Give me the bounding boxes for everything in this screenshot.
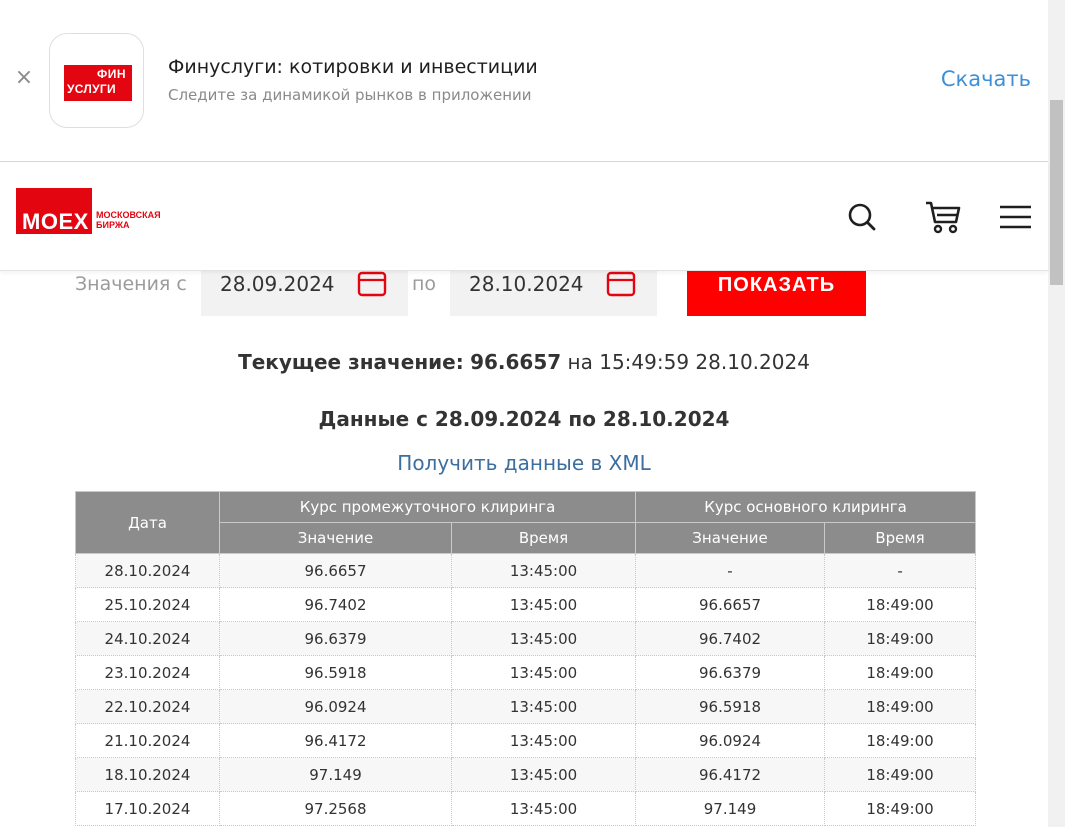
app-logo-line1: ФИН — [96, 67, 126, 81]
time-cell: 18:49:00 — [824, 757, 977, 792]
menu-icon[interactable] — [997, 198, 1035, 236]
cart-icon[interactable] — [924, 198, 962, 236]
value-cell: 96.7402 — [219, 587, 452, 622]
current-value: 96.6657 — [470, 350, 562, 374]
time-cell: 13:45:00 — [450, 655, 637, 690]
table-row: 23.10.2024 96.5918 13:45:00 96.6379 18:4… — [75, 655, 977, 690]
finuslugi-logo: ФИН УСЛУГИ — [64, 65, 132, 101]
time-cell: 18:49:00 — [824, 723, 977, 758]
date-cell: 17.10.2024 — [75, 791, 220, 826]
close-icon[interactable]: × — [14, 66, 34, 90]
date-cell: 21.10.2024 — [75, 723, 220, 758]
app-icon[interactable]: ФИН УСЛУГИ — [49, 33, 144, 128]
app-banner: × ФИН УСЛУГИ Финуслуги: котировки и инве… — [0, 0, 1048, 162]
date-cell: 23.10.2024 — [75, 655, 220, 690]
value-cell: - — [635, 553, 826, 588]
time-cell: 13:45:00 — [450, 791, 637, 826]
table-row: 18.10.2024 97.149 13:45:00 96.4172 18:49… — [75, 757, 977, 792]
time-cell: 13:45:00 — [450, 587, 637, 622]
current-timestamp: 15:49:59 28.10.2024 — [599, 350, 810, 374]
from-label: Значения с — [75, 273, 187, 295]
date-cell: 25.10.2024 — [75, 587, 220, 622]
col-time-header: Время — [450, 522, 637, 554]
time-cell: 18:49:00 — [824, 655, 977, 690]
scrollbar-thumb[interactable] — [1050, 100, 1063, 285]
group-intermediate-header: Курс промежуточного клиринга — [218, 491, 637, 523]
calendar-icon[interactable] — [357, 269, 387, 299]
current-value-line: Текущее значение: 96.6657 на 15:49:59 28… — [0, 350, 1048, 374]
group-main-header: Курс основного клиринга — [635, 491, 977, 523]
col-value-header: Значение — [635, 522, 826, 554]
moex-logo-line1: МОСКОВСКАЯ — [96, 210, 161, 220]
value-cell: 96.7402 — [635, 621, 826, 656]
moex-logo-text: MOEX — [22, 209, 89, 234]
app-subtitle: Следите за динамикой рынков в приложении — [168, 86, 532, 104]
value-cell: 96.5918 — [635, 689, 826, 724]
download-link[interactable]: Скачать — [941, 67, 1031, 91]
moex-logo-box: MOEX — [16, 188, 92, 234]
app-logo-line2: УСЛУГИ — [67, 82, 116, 96]
value-cell: 96.4172 — [635, 757, 826, 792]
value-cell: 96.0924 — [635, 723, 826, 758]
xml-download-link[interactable]: Получить данные в XML — [397, 451, 650, 475]
site-header: MOEX МОСКОВСКАЯ БИРЖА — [0, 162, 1048, 271]
table-row: 17.10.2024 97.2568 13:45:00 97.149 18:49… — [75, 791, 977, 826]
value-cell: 97.149 — [219, 757, 452, 792]
current-at-label: на — [567, 350, 593, 374]
moex-logo[interactable]: MOEX МОСКОВСКАЯ БИРЖА — [16, 188, 176, 238]
from-date-field[interactable]: 28.09.2024 — [201, 269, 408, 316]
moex-logo-subtitle: МОСКОВСКАЯ БИРЖА — [96, 210, 161, 230]
table-row: 28.10.2024 96.6657 13:45:00 - - — [75, 553, 977, 588]
to-date-field[interactable]: 28.10.2024 — [450, 269, 657, 316]
time-cell: 13:45:00 — [450, 553, 637, 588]
time-cell: 13:45:00 — [450, 689, 637, 724]
time-cell: 13:45:00 — [450, 621, 637, 656]
value-cell: 96.4172 — [219, 723, 452, 758]
xml-link-row: Получить данные в XML — [0, 451, 1048, 475]
col-date-header: Дата — [75, 491, 220, 554]
time-cell: 18:49:00 — [824, 621, 977, 656]
scrollbar[interactable] — [1048, 0, 1065, 827]
value-cell: 96.6657 — [635, 587, 826, 622]
value-cell: 96.6657 — [219, 553, 452, 588]
date-cell: 22.10.2024 — [75, 689, 220, 724]
col-value-header: Значение — [219, 522, 452, 554]
table-row: 24.10.2024 96.6379 13:45:00 96.7402 18:4… — [75, 621, 977, 656]
time-cell: 13:45:00 — [450, 723, 637, 758]
time-cell: 13:45:00 — [450, 757, 637, 792]
time-cell: 18:49:00 — [824, 587, 977, 622]
date-cell: 28.10.2024 — [75, 553, 220, 588]
value-cell: 96.0924 — [219, 689, 452, 724]
value-cell: 96.5918 — [219, 655, 452, 690]
date-cell: 18.10.2024 — [75, 757, 220, 792]
value-cell: 97.2568 — [219, 791, 452, 826]
period-title: Данные с 28.09.2024 по 28.10.2024 — [318, 407, 730, 431]
col-time-header: Время — [824, 522, 977, 554]
value-cell: 97.149 — [635, 791, 826, 826]
from-date-value: 28.09.2024 — [220, 272, 335, 296]
table-row: 21.10.2024 96.4172 13:45:00 96.0924 18:4… — [75, 723, 977, 758]
moex-logo-line2: БИРЖА — [96, 220, 130, 230]
search-icon[interactable] — [843, 198, 881, 236]
value-cell: 96.6379 — [219, 621, 452, 656]
current-value-label: Текущее значение: — [238, 350, 464, 374]
rates-table: Дата Курс промежуточного клиринга Курс о… — [75, 491, 977, 826]
value-cell: 96.6379 — [635, 655, 826, 690]
to-label: по — [412, 273, 437, 295]
table-row: 22.10.2024 96.0924 13:45:00 96.5918 18:4… — [75, 689, 977, 724]
to-date-value: 28.10.2024 — [469, 272, 584, 296]
time-cell: 18:49:00 — [824, 689, 977, 724]
app-title: Финуслуги: котировки и инвестиции — [168, 56, 538, 78]
time-cell: - — [824, 553, 977, 588]
time-cell: 18:49:00 — [824, 791, 977, 826]
calendar-icon[interactable] — [606, 269, 636, 299]
table-row: 25.10.2024 96.7402 13:45:00 96.6657 18:4… — [75, 587, 977, 622]
date-cell: 24.10.2024 — [75, 621, 220, 656]
